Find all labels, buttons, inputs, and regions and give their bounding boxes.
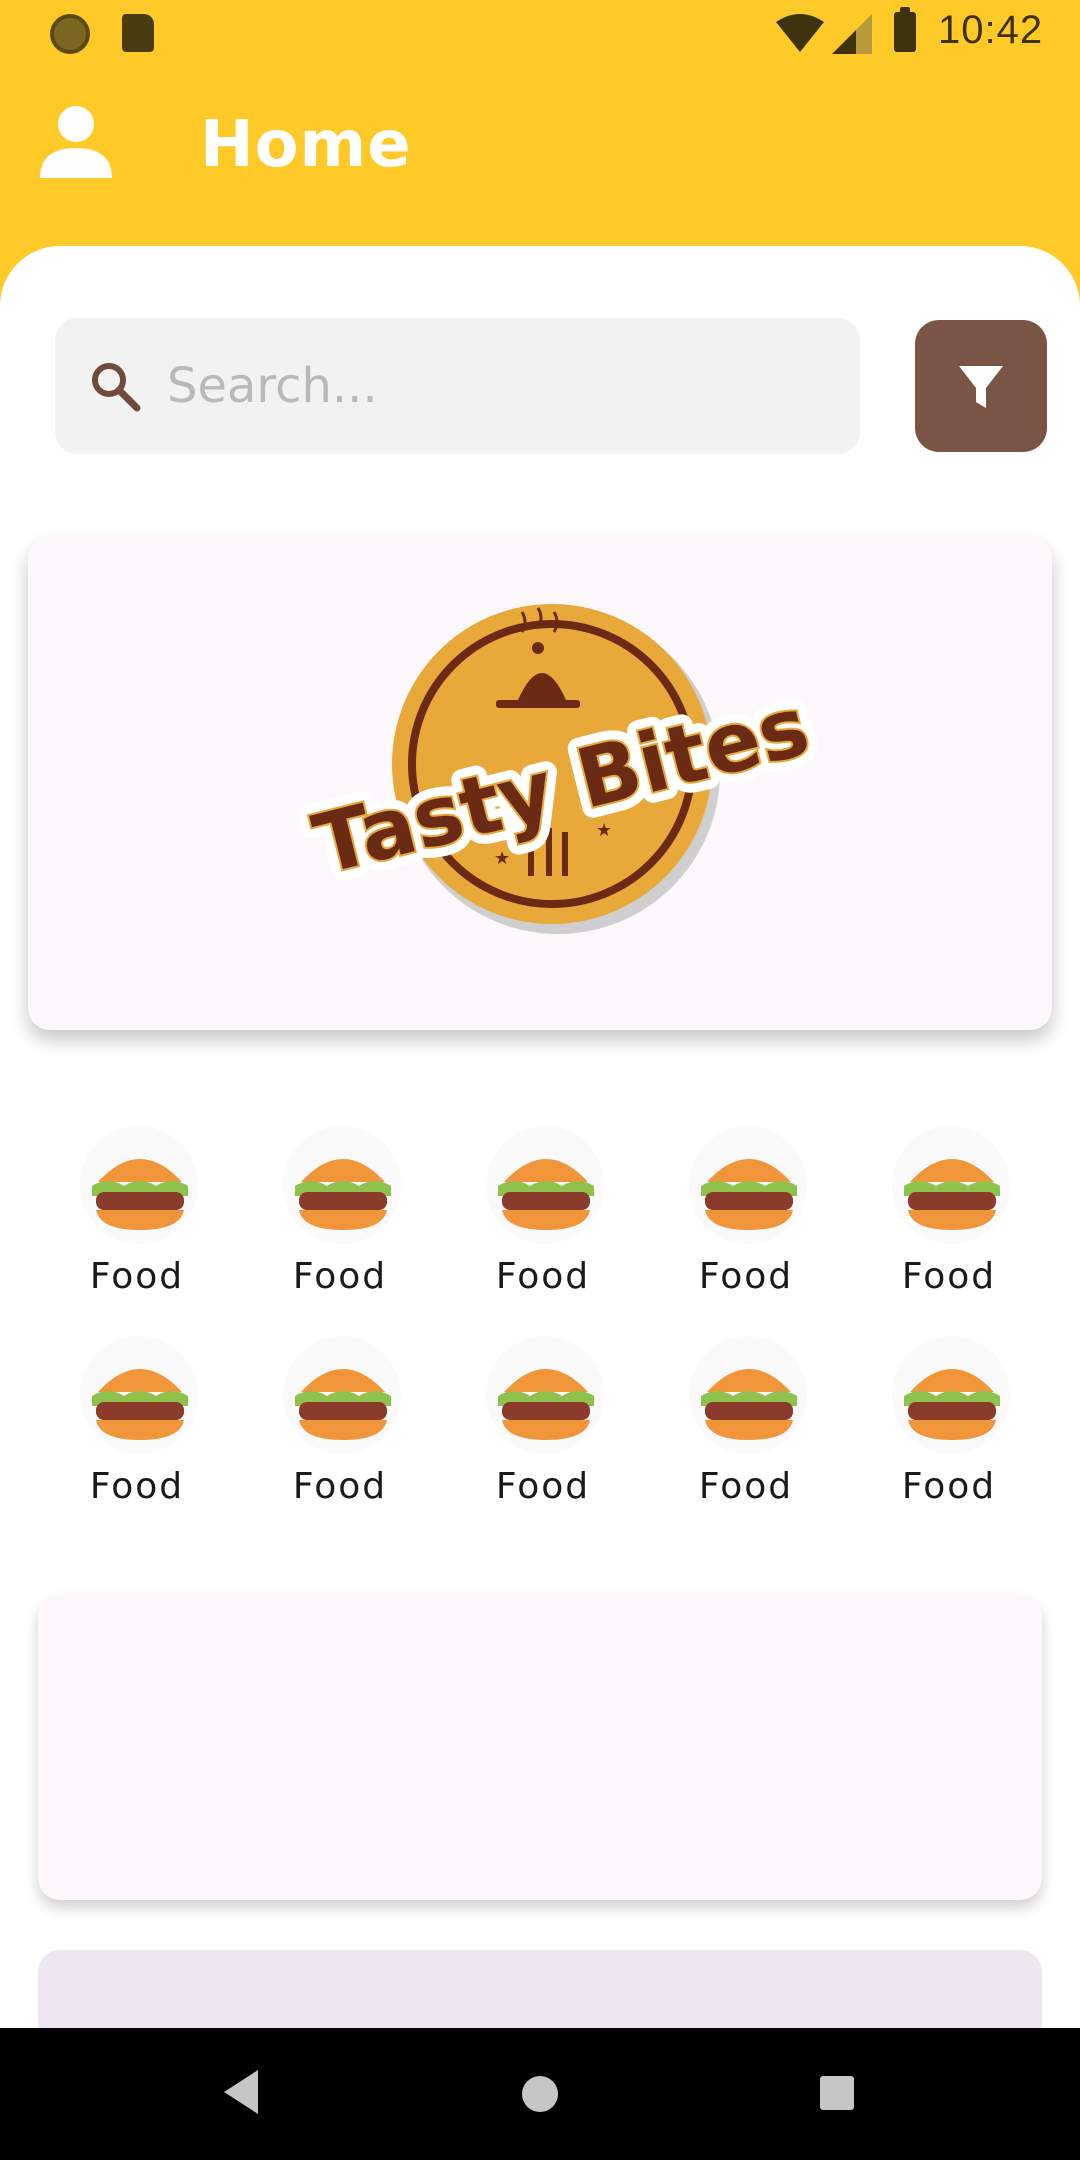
filter-button[interactable] — [915, 320, 1047, 452]
burger-icon — [904, 1159, 1000, 1230]
category-label: Food — [901, 1466, 997, 1507]
burger-icon-wrap — [80, 1336, 198, 1454]
category-item[interactable]: Food — [448, 1126, 628, 1326]
category-item[interactable]: Food — [854, 1336, 1034, 1536]
category-item[interactable]: Food — [245, 1126, 425, 1326]
category-label: Food — [89, 1466, 185, 1507]
burger-icon — [295, 1369, 391, 1440]
burger-icon-wrap — [689, 1126, 807, 1244]
category-item[interactable]: Food — [651, 1126, 831, 1326]
burger-icon — [498, 1159, 594, 1230]
category-item[interactable]: Food — [245, 1336, 425, 1536]
burger-icon — [701, 1369, 797, 1440]
category-label: Food — [292, 1256, 388, 1297]
content-sheet: ★ ★ Tasty Bites Tasty Bites Food — [0, 246, 1080, 2028]
burger-icon-wrap — [892, 1336, 1010, 1454]
burger-icon-wrap — [283, 1126, 401, 1244]
search-bar[interactable] — [55, 318, 860, 454]
promo-card[interactable] — [38, 1594, 1042, 1900]
sd-card-icon — [122, 14, 154, 52]
category-item[interactable]: Food — [448, 1336, 628, 1536]
app-bar: Home — [0, 66, 1080, 246]
sun-icon — [50, 14, 90, 54]
burger-icon — [498, 1369, 594, 1440]
search-input[interactable] — [167, 346, 827, 426]
category-label: Food — [698, 1256, 794, 1297]
person-icon[interactable] — [36, 102, 116, 182]
category-item[interactable]: Food — [651, 1336, 831, 1536]
category-label: Food — [698, 1466, 794, 1507]
category-item[interactable]: Food — [854, 1126, 1034, 1326]
tasty-bites-logo: ★ ★ Tasty Bites Tasty Bites — [300, 604, 820, 934]
clock: 10:42 — [938, 8, 1044, 52]
burger-icon — [92, 1159, 188, 1230]
burger-icon-wrap — [283, 1336, 401, 1454]
burger-icon — [701, 1159, 797, 1230]
category-label: Food — [89, 1256, 185, 1297]
status-bar: 10:42 — [0, 0, 1080, 66]
category-label: Food — [495, 1466, 591, 1507]
category-label: Food — [495, 1256, 591, 1297]
burger-icon-wrap — [689, 1336, 807, 1454]
search-icon — [92, 363, 141, 412]
burger-icon-wrap — [80, 1126, 198, 1244]
burger-icon-wrap — [892, 1126, 1010, 1244]
cell-signal-icon — [832, 14, 872, 54]
recents-icon[interactable] — [820, 2076, 854, 2110]
navigation-bar — [0, 2028, 1080, 2160]
wifi-icon — [776, 14, 824, 52]
category-item[interactable]: Food — [42, 1336, 222, 1536]
home-icon[interactable] — [522, 2076, 558, 2112]
filter-icon — [959, 366, 1003, 408]
page-title: Home — [200, 108, 412, 182]
category-label: Food — [901, 1256, 997, 1297]
battery-icon — [894, 7, 916, 52]
burger-icon-wrap — [486, 1126, 604, 1244]
burger-icon — [92, 1369, 188, 1440]
banner-card[interactable]: ★ ★ Tasty Bites Tasty Bites — [28, 536, 1052, 1030]
back-icon[interactable] — [222, 2068, 260, 2116]
promo-card[interactable] — [38, 1950, 1042, 2028]
burger-icon-wrap — [486, 1336, 604, 1454]
category-label: Food — [292, 1466, 388, 1507]
burger-icon — [904, 1369, 1000, 1440]
category-item[interactable]: Food — [42, 1126, 222, 1326]
burger-icon — [295, 1159, 391, 1230]
